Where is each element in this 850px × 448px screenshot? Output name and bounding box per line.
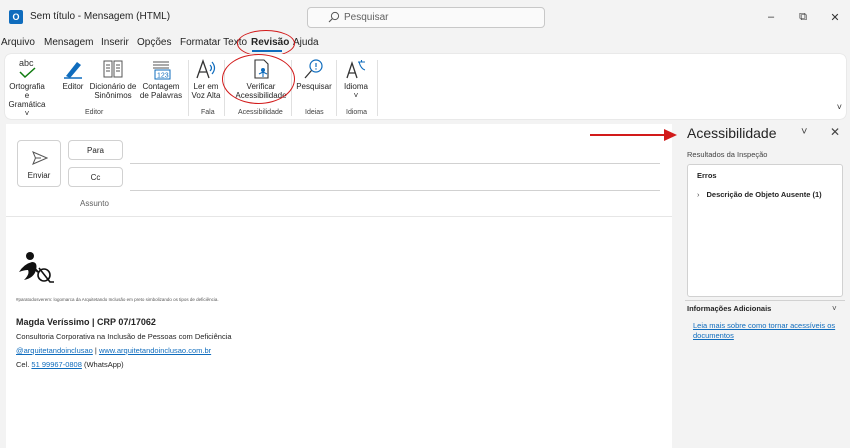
errors-header: Erros bbox=[697, 171, 717, 180]
tab-ajuda[interactable]: Ajuda bbox=[293, 37, 319, 48]
spelling-grammar-label: Ortografia e Gramática ˅ bbox=[8, 82, 46, 118]
ribbon-collapse-button[interactable]: ˅ bbox=[837, 102, 842, 112]
group-label-idioma: Idioma bbox=[346, 109, 368, 116]
highlight-circle-revisao bbox=[237, 30, 295, 57]
group-separator bbox=[377, 60, 378, 116]
spelling-grammar-button[interactable]: abc Ortografia e Gramática ˅ bbox=[8, 54, 46, 118]
error-missing-alt-text[interactable]: › Descrição de Objeto Ausente (1) bbox=[697, 190, 822, 199]
phone-link[interactable]: 51 99967-0808 bbox=[31, 360, 81, 369]
close-window-button[interactable]: ✕ bbox=[826, 8, 844, 26]
additional-info-chevron-icon[interactable]: ˅ bbox=[832, 304, 837, 313]
minimize-button[interactable]: – bbox=[762, 8, 780, 26]
signature-name: Magda Veríssimo | CRP 07/17062 bbox=[16, 317, 156, 327]
thesaurus-icon bbox=[103, 60, 123, 78]
research-search-icon bbox=[304, 59, 323, 79]
signature-phone: Cel. 51 99967-0808 (WhatsApp) bbox=[16, 360, 124, 369]
group-label-editor: Editor bbox=[85, 109, 104, 116]
language-icon bbox=[346, 60, 366, 79]
title-bar: O Sem título - Mensagem (HTML) Pesquisar… bbox=[0, 0, 850, 34]
read-aloud-button[interactable]: Ler em Voz Alta bbox=[191, 54, 221, 100]
count-text: 123 bbox=[157, 73, 169, 80]
cc-button[interactable]: Cc bbox=[68, 167, 123, 187]
send-button[interactable]: Enviar bbox=[17, 140, 61, 187]
signature-alt-text: #paratodosverem: logomarca da Arquitetan… bbox=[16, 297, 219, 302]
pane-divider bbox=[685, 300, 845, 301]
ribbon: abc Ortografia e Gramática ˅ Editor Dici… bbox=[5, 54, 846, 119]
inspection-results-box: Erros › Descrição de Objeto Ausente (1) bbox=[687, 164, 843, 297]
phone-prefix: Cel. bbox=[16, 360, 32, 369]
spellcheck-icon: abc bbox=[19, 58, 36, 79]
pane-close-button[interactable]: ✕ bbox=[830, 125, 840, 139]
thesaurus-label: Dicionário de Sinônimos bbox=[89, 82, 137, 100]
cc-field[interactable] bbox=[130, 190, 660, 191]
website-link[interactable]: www.arquitetandoinclusao.com.br bbox=[99, 346, 211, 355]
editor-label: Editor bbox=[62, 82, 84, 91]
learn-more-link[interactable]: Leia mais sobre como tornar acessíveis o… bbox=[693, 321, 849, 341]
language-chevron-icon: ˅ bbox=[353, 91, 359, 100]
read-aloud-label: Ler em Voz Alta bbox=[191, 82, 221, 100]
send-icon bbox=[32, 151, 48, 165]
arquitetando-inclusao-logo bbox=[19, 252, 54, 283]
send-label: Enviar bbox=[27, 171, 51, 180]
menu-bar: Arquivo Mensagem Inserir Opções Formatar… bbox=[0, 37, 850, 51]
highlight-circle-verificar bbox=[222, 54, 295, 104]
tab-arquivo[interactable]: Arquivo bbox=[1, 37, 35, 48]
inspection-results-label: Resultados da Inspeção bbox=[687, 150, 768, 159]
research-button[interactable]: Pesquisar bbox=[295, 54, 333, 91]
error-item-label: Descrição de Objeto Ausente (1) bbox=[706, 190, 822, 199]
group-separator bbox=[188, 60, 189, 116]
to-button[interactable]: Para bbox=[68, 140, 123, 160]
phone-suffix: (WhatsApp) bbox=[81, 360, 124, 369]
tab-mensagem[interactable]: Mensagem bbox=[44, 37, 93, 48]
language-button[interactable]: Idioma ˅ bbox=[339, 54, 373, 100]
signature-links: @arquitetandoinclusao | www.arquitetando… bbox=[16, 346, 211, 355]
window-title: Sem título - Mensagem (HTML) bbox=[30, 11, 171, 22]
expand-chevron-icon: › bbox=[697, 190, 700, 199]
tab-inserir[interactable]: Inserir bbox=[101, 37, 129, 48]
red-arrow-annotation bbox=[590, 129, 677, 141]
pane-options-chevron-icon[interactable]: ˅ bbox=[801, 126, 807, 138]
word-count-label: Contagem de Palavras bbox=[139, 82, 183, 100]
research-label: Pesquisar bbox=[296, 82, 332, 91]
instagram-link[interactable]: @arquitetandoinclusao bbox=[16, 346, 93, 355]
search-placeholder: Pesquisar bbox=[344, 12, 389, 23]
editor-button[interactable]: Editor bbox=[58, 54, 88, 91]
pane-title: Acessibilidade bbox=[687, 125, 777, 141]
thesaurus-button[interactable]: Dicionário de Sinônimos bbox=[89, 54, 137, 100]
tab-opcoes[interactable]: Opções bbox=[137, 37, 171, 48]
group-label-acessibilidade: Acessibilidade bbox=[238, 109, 283, 116]
compose-area: Enviar Para Cc Assunto #paratodosverem: … bbox=[6, 124, 672, 448]
language-label: Idioma bbox=[343, 82, 368, 91]
header-divider bbox=[6, 216, 672, 217]
group-separator bbox=[336, 60, 337, 116]
word-count-icon: 123 bbox=[153, 61, 171, 80]
to-field[interactable] bbox=[130, 163, 660, 164]
group-label-ideias: Ideias bbox=[305, 109, 324, 116]
search-icon bbox=[328, 11, 340, 23]
subject-field[interactable]: Assunto bbox=[80, 199, 109, 208]
word-count-button[interactable]: 123 Contagem de Palavras bbox=[139, 54, 183, 100]
abc-text: abc bbox=[19, 58, 34, 68]
read-aloud-icon bbox=[196, 59, 216, 79]
restore-button[interactable]: ⧉ bbox=[794, 8, 812, 26]
outlook-icon: O bbox=[9, 10, 23, 24]
group-label-fala: Fala bbox=[201, 109, 215, 116]
signature-company: Consultoria Corporativa na Inclusão de P… bbox=[16, 332, 232, 341]
accessibility-pane: Acessibilidade ˅ ✕ Resultados da Inspeçã… bbox=[677, 120, 850, 448]
additional-info-header[interactable]: Informações Adicionais bbox=[687, 304, 771, 313]
search-input[interactable]: Pesquisar bbox=[307, 7, 545, 28]
editor-pen-icon bbox=[64, 62, 82, 79]
